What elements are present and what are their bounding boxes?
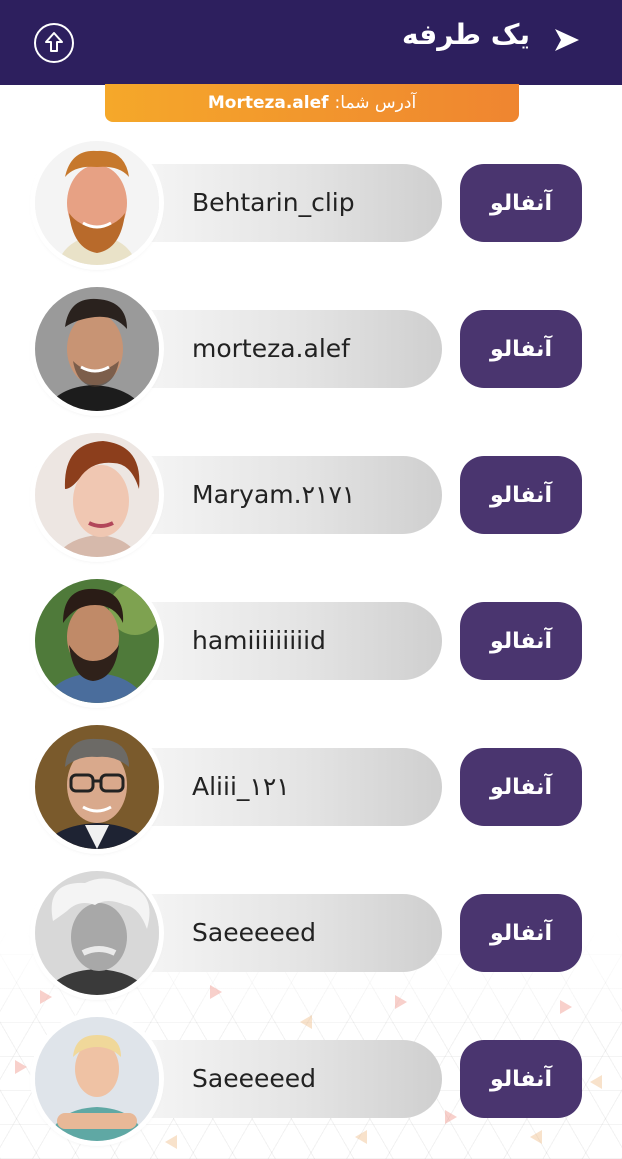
avatar	[35, 433, 159, 557]
man-blond-avatar-icon	[35, 1017, 159, 1141]
list-item: Behtarin_clip آنفالو	[0, 130, 622, 276]
avatar	[35, 725, 159, 849]
list-item: Maryam.۲۱۷۱ آنفالو	[0, 422, 622, 568]
avatar	[35, 1017, 159, 1141]
man-glasses-avatar-icon	[35, 725, 159, 849]
man-beard-denim-avatar-icon	[35, 579, 159, 703]
list-item: Saeeeeed آنفالو	[0, 860, 622, 1006]
avatar	[35, 579, 159, 703]
unfollow-button[interactable]: آنفالو	[460, 456, 582, 534]
username-label: Saeeeeed	[192, 918, 316, 947]
unfollow-button[interactable]: آنفالو	[460, 310, 582, 388]
address-value: Morteza.alef	[207, 93, 329, 113]
unfollow-button[interactable]: آنفالو	[460, 894, 582, 972]
unfollow-button[interactable]: آنفالو	[460, 164, 582, 242]
upload-button[interactable]	[34, 23, 74, 63]
list-item: hamiiiiiiiiid آنفالو	[0, 568, 622, 714]
list-item: Saeeeeed آنفالو	[0, 1006, 622, 1152]
app-header: یک طرفه	[0, 0, 622, 85]
username-label: Maryam.۲۱۷۱	[192, 480, 356, 509]
username-label: Aliii_۱۲۱	[192, 772, 290, 801]
avatar	[35, 141, 159, 265]
list-item: Aliii_۱۲۱ آنفالو	[0, 714, 622, 860]
list-item: morteza.alef آنفالو	[0, 276, 622, 422]
unfollow-button[interactable]: آنفالو	[460, 748, 582, 826]
username-label: morteza.alef	[192, 334, 350, 363]
username-label: hamiiiiiiiiid	[192, 626, 326, 655]
woman-short-hair-avatar-icon	[35, 433, 159, 557]
username-label: Behtarin_clip	[192, 188, 355, 217]
man-dark-hair-avatar-icon	[35, 287, 159, 411]
man-white-hair-avatar-icon	[35, 871, 159, 995]
page-title: یک طرفه	[401, 18, 530, 51]
username-label: Saeeeeed	[192, 1064, 316, 1093]
unfollow-button[interactable]: آنفالو	[460, 602, 582, 680]
unfollow-button[interactable]: آنفالو	[460, 1040, 582, 1118]
arrow-up-icon	[45, 32, 63, 52]
man-red-beard-avatar-icon	[35, 141, 159, 265]
send-icon[interactable]	[554, 28, 580, 52]
address-label: آدرس شما:	[334, 93, 417, 113]
avatar	[35, 287, 159, 411]
avatar	[35, 871, 159, 995]
address-banner: آدرس شما: Morteza.alef	[105, 84, 519, 122]
